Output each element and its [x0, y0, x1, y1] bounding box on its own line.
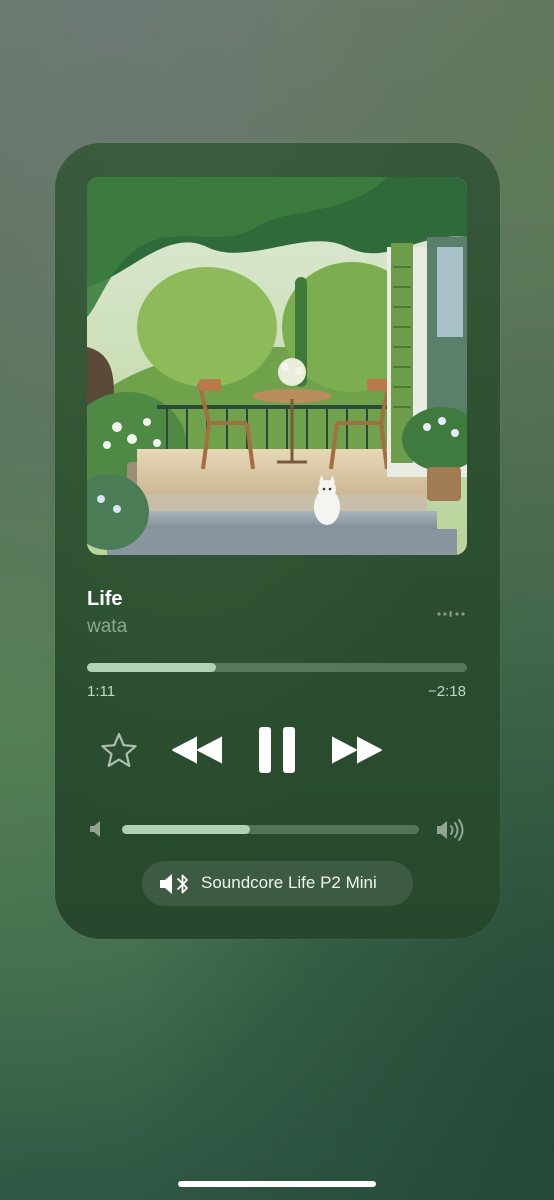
volume-low-button	[89, 820, 105, 838]
playback-progress-fill	[87, 663, 217, 672]
track-title: Life	[87, 588, 123, 610]
rewind-icon	[172, 736, 222, 764]
now-playing-card: Life wata 1:11 −2:18 Soundcore Life P2 M…	[55, 143, 500, 939]
volume-slider-fill	[122, 825, 250, 834]
pause-icon	[259, 727, 295, 773]
volume-slider[interactable]	[122, 825, 419, 834]
track-artist: wata	[87, 616, 128, 637]
playback-progress-bar[interactable]	[87, 663, 467, 672]
star-outline-icon	[101, 732, 137, 767]
album-artwork	[87, 177, 467, 555]
favorite-button[interactable]	[99, 731, 139, 769]
speaker-high-icon	[437, 819, 464, 841]
fast-forward-icon	[332, 736, 382, 764]
pause-button[interactable]	[259, 727, 295, 773]
more-dots-icon[interactable]	[436, 605, 466, 617]
output-device-button[interactable]: Soundcore Life P2 Mini	[142, 861, 413, 906]
next-button[interactable]	[331, 733, 383, 767]
remaining-time: −2:18	[428, 683, 466, 700]
output-device-name: Soundcore Life P2 Mini	[201, 873, 377, 892]
bluetooth-speaker-icon	[159, 871, 193, 897]
elapsed-time: 1:11	[87, 683, 116, 700]
home-indicator[interactable]	[178, 1181, 376, 1187]
previous-button[interactable]	[171, 733, 223, 767]
speaker-low-icon	[90, 821, 100, 837]
volume-high-button	[436, 819, 466, 841]
